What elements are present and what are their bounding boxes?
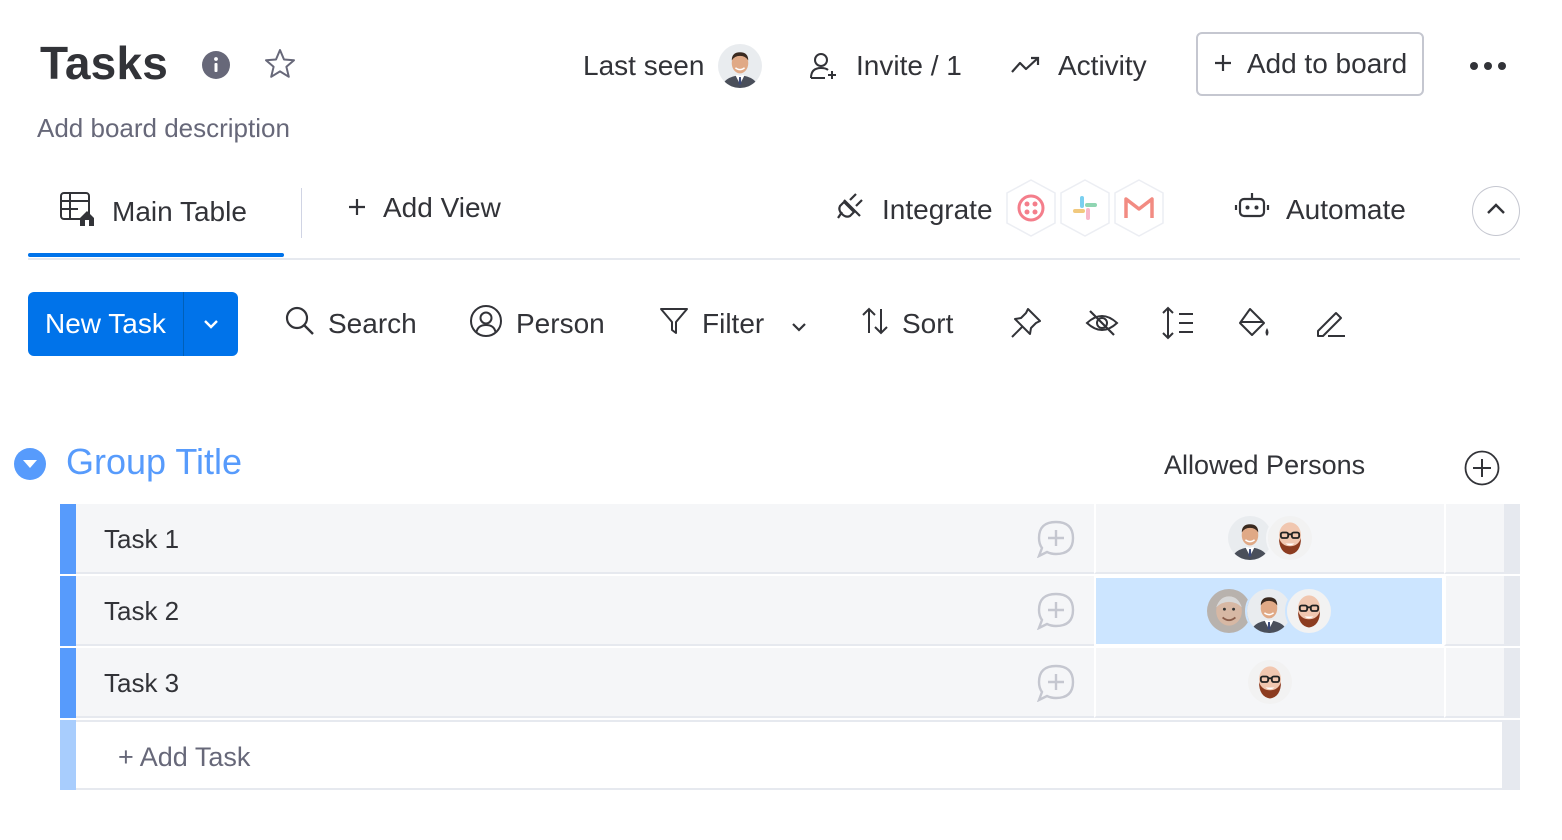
filter-button[interactable]: Filter: [658, 300, 808, 348]
group-color-bar: [60, 720, 76, 790]
slack-icon: [1058, 178, 1112, 238]
invite-button[interactable]: Invite / 1: [808, 44, 962, 88]
add-update-icon[interactable]: [1036, 664, 1076, 703]
plug-icon: [832, 188, 868, 231]
task-name[interactable]: Task 3: [104, 668, 179, 699]
group-collapse-toggle[interactable]: [14, 448, 46, 480]
search-label: Search: [328, 308, 417, 339]
color-fill-icon[interactable]: [1236, 305, 1272, 341]
add-to-board-button[interactable]: Add to board: [1196, 32, 1424, 96]
allowed-persons-cell[interactable]: [1094, 504, 1444, 574]
person-filter-button[interactable]: Person: [468, 300, 605, 348]
allowed-persons-cell[interactable]: [1094, 576, 1444, 646]
twilio-icon: [1004, 178, 1058, 238]
add-view-button[interactable]: Add View: [347, 192, 501, 224]
add-column-icon[interactable]: [1464, 450, 1500, 486]
active-tab-indicator: [28, 253, 284, 257]
filter-label: Filter: [702, 308, 765, 339]
add-task-cell[interactable]: + Add Task: [76, 720, 1504, 790]
row-edge: [1504, 720, 1520, 790]
last-seen-label: Last seen: [583, 50, 705, 81]
table-row[interactable]: Task 2: [60, 576, 1520, 646]
task-name-cell[interactable]: Task 1: [76, 504, 1152, 574]
sort-button[interactable]: Sort: [860, 300, 953, 348]
chevron-down-icon[interactable]: [790, 308, 808, 340]
pin-icon[interactable]: [1008, 305, 1044, 341]
search-icon: [284, 305, 316, 344]
activity-icon: [1010, 50, 1042, 82]
task-name[interactable]: Task 2: [104, 596, 179, 627]
board-description[interactable]: Add board description: [37, 113, 290, 144]
sort-icon: [860, 305, 890, 344]
integrate-label: Integrate: [882, 193, 993, 225]
invite-label: Invite / 1: [856, 50, 962, 81]
activity-label: Activity: [1058, 50, 1147, 81]
new-task-label[interactable]: New Task: [28, 308, 183, 340]
avatar: [1285, 587, 1333, 635]
empty-cell: [1444, 648, 1504, 718]
add-user-icon: [808, 50, 840, 82]
table-row[interactable]: Task 1: [60, 504, 1520, 574]
row-edge: [1504, 576, 1520, 646]
add-task-row[interactable]: + Add Task: [60, 720, 1520, 790]
new-task-button[interactable]: New Task: [28, 292, 238, 356]
hide-icon[interactable]: [1084, 305, 1120, 341]
column-header-allowed-persons[interactable]: Allowed Persons: [1164, 450, 1365, 481]
add-task-input[interactable]: + Add Task: [118, 742, 250, 773]
automate-label: Automate: [1286, 193, 1406, 225]
tab-main-table[interactable]: Main Table: [58, 188, 247, 235]
last-seen[interactable]: Last seen: [583, 44, 762, 88]
tab-main-table-label: Main Table: [112, 195, 247, 227]
collapse-header-button[interactable]: [1472, 186, 1520, 236]
star-icon[interactable]: [262, 46, 298, 82]
add-update-icon[interactable]: [1036, 592, 1076, 631]
empty-cell: [1444, 504, 1504, 574]
board-title[interactable]: Tasks: [40, 36, 168, 90]
task-name[interactable]: Task 1: [104, 524, 179, 555]
add-view-label: Add View: [383, 192, 501, 223]
add-to-board-label: Add to board: [1246, 48, 1408, 79]
filter-icon: [658, 305, 690, 344]
row-edge: [1504, 504, 1520, 574]
automate-button[interactable]: Automate: [1234, 188, 1406, 231]
avatar: [718, 44, 762, 88]
empty-cell: [1444, 576, 1504, 646]
avatar: [1266, 514, 1314, 562]
person-icon: [468, 303, 504, 346]
edit-icon[interactable]: [1312, 305, 1348, 341]
activity-button[interactable]: Activity: [1010, 44, 1147, 88]
row-height-icon[interactable]: [1160, 305, 1196, 341]
chevron-down-icon: [204, 320, 218, 329]
chevron-down-icon: [23, 460, 37, 468]
allowed-persons-cell[interactable]: [1094, 648, 1444, 718]
plus-icon: [347, 192, 367, 224]
robot-icon: [1234, 188, 1270, 231]
divider: [301, 188, 302, 238]
sort-label: Sort: [902, 308, 954, 339]
integrate-button[interactable]: Integrate: [832, 188, 993, 231]
new-task-dropdown[interactable]: [184, 318, 238, 330]
gmail-icon: [1112, 178, 1166, 238]
person-label: Person: [516, 308, 605, 339]
avatar: [1246, 658, 1294, 706]
group-color-bar: [60, 648, 76, 718]
info-icon[interactable]: [201, 50, 231, 80]
table-home-icon: [58, 188, 98, 235]
more-options-icon[interactable]: [1468, 56, 1508, 76]
tabs-divider: [28, 258, 1520, 260]
plus-icon: [1213, 48, 1233, 80]
row-edge: [1504, 648, 1520, 718]
group-title[interactable]: Group Title: [66, 441, 242, 483]
group-color-bar: [60, 504, 76, 574]
search-button[interactable]: Search: [284, 300, 417, 348]
task-name-cell[interactable]: Task 2: [76, 576, 1152, 646]
chevron-up-icon: [1485, 202, 1507, 221]
integration-logos[interactable]: [1004, 178, 1166, 238]
group-color-bar: [60, 576, 76, 646]
add-update-icon[interactable]: [1036, 520, 1076, 559]
table-row[interactable]: Task 3: [60, 648, 1520, 718]
task-name-cell[interactable]: Task 3: [76, 648, 1152, 718]
